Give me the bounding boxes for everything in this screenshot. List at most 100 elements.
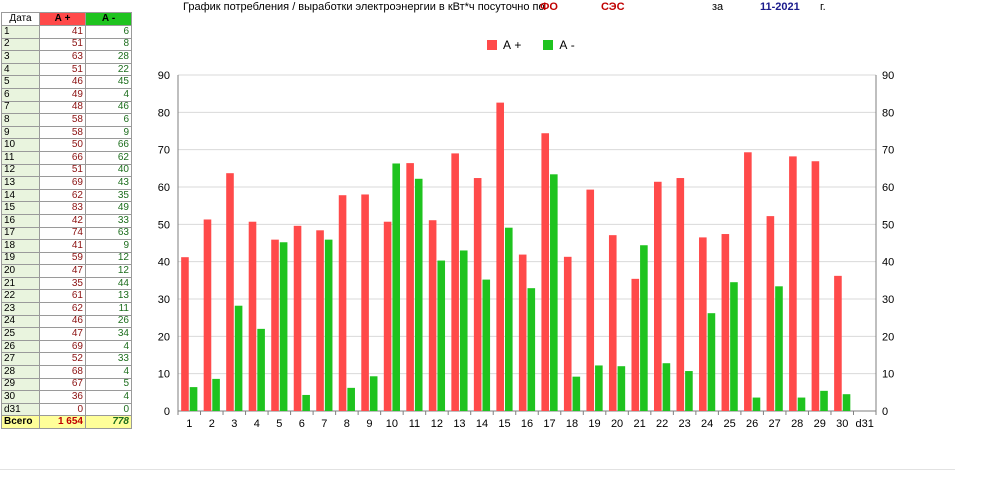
y-tick-label-right: 10 <box>882 369 894 381</box>
bar-a-plus <box>406 163 414 411</box>
bar-a-plus <box>451 153 459 411</box>
x-tick-label: 22 <box>656 418 668 430</box>
bar-a-minus <box>414 178 423 411</box>
bar-a-plus <box>271 239 279 411</box>
bar-a-plus <box>226 173 234 411</box>
bar-a-minus <box>842 394 851 411</box>
x-tick-label: 13 <box>453 418 465 430</box>
bar-a-plus <box>518 254 527 411</box>
bar-a-minus <box>730 282 738 411</box>
x-tick-label: 26 <box>746 418 758 430</box>
y-tick-label-right: 50 <box>882 219 894 231</box>
bar-a-plus <box>338 195 347 411</box>
x-tick-label: 16 <box>521 418 533 430</box>
bar-a-plus <box>203 219 212 411</box>
bar-a-plus <box>608 235 617 411</box>
x-tick-label: 8 <box>344 418 350 430</box>
x-tick-label: 21 <box>633 418 645 430</box>
bar-a-minus <box>752 397 761 411</box>
x-tick-label: 6 <box>299 418 305 430</box>
bar-chart: 0 010 1020 2030 3040 4050 5060 6070 7080 8090 901 2… <box>158 70 895 430</box>
bar-a-plus <box>789 156 797 411</box>
x-tick-label: 3 <box>231 418 237 430</box>
bar-a-plus <box>293 225 302 411</box>
y-tick-label-right: 80 <box>882 107 894 119</box>
bar-a-plus <box>834 275 842 411</box>
x-tick-label: 2 <box>209 418 215 430</box>
bar-a-plus <box>473 178 482 411</box>
x-tick-label: 20 <box>611 418 623 430</box>
x-tick-label: 29 <box>814 418 826 430</box>
bar-a-minus <box>369 376 378 411</box>
bar-a-plus <box>563 256 572 411</box>
bar-a-minus <box>257 328 265 411</box>
bar-a-minus <box>324 239 333 411</box>
y-tick-label-right: 60 <box>882 182 894 194</box>
x-tick-label: 27 <box>769 418 781 430</box>
bar-a-minus <box>392 163 401 411</box>
x-tick-label: 4 <box>254 418 260 430</box>
bar-a-minus <box>459 250 468 411</box>
bar-a-plus <box>361 194 369 411</box>
x-tick-label: 7 <box>321 418 327 430</box>
bar-a-plus <box>316 230 324 411</box>
bar-a-minus <box>595 365 603 411</box>
y-tick-label-left: 0 <box>164 406 170 418</box>
bar-a-plus <box>428 220 437 411</box>
bar-a-plus <box>586 189 595 411</box>
x-tick-label: d31 <box>856 418 874 430</box>
y-tick-label-left: 20 <box>158 331 170 343</box>
bar-a-plus <box>248 221 257 411</box>
y-tick-label-right: 90 <box>882 70 894 82</box>
y-tick-label-left: 80 <box>158 107 170 119</box>
bar-a-minus <box>212 378 220 411</box>
x-tick-label: 23 <box>678 418 690 430</box>
x-tick-label: 15 <box>498 418 510 430</box>
y-tick-label-right: 0 <box>882 406 888 418</box>
bar-a-minus <box>640 245 648 411</box>
bar-a-minus <box>617 366 626 411</box>
bar-a-plus <box>181 257 189 411</box>
bar-a-minus <box>482 279 491 411</box>
bar-a-minus <box>685 371 693 411</box>
x-tick-label: 5 <box>276 418 282 430</box>
bottom-divider <box>0 469 955 470</box>
bar-a-plus <box>383 221 392 411</box>
bar-a-plus <box>766 216 775 411</box>
bar-a-minus <box>550 174 558 411</box>
x-tick-label: 17 <box>543 418 555 430</box>
x-tick-label: 1 <box>186 418 192 430</box>
x-tick-label: 10 <box>386 418 398 430</box>
bar-a-plus <box>653 181 662 411</box>
bar-a-minus <box>189 387 198 411</box>
y-tick-label-left: 30 <box>158 294 170 306</box>
bar-a-minus <box>504 227 513 411</box>
x-tick-label: 28 <box>791 418 803 430</box>
x-tick-label: 18 <box>566 418 578 430</box>
bar-a-plus <box>699 237 707 411</box>
x-tick-label: 25 <box>724 418 736 430</box>
bar-a-minus <box>302 394 310 411</box>
y-tick-label-left: 50 <box>158 219 170 231</box>
bar-a-minus <box>572 376 581 411</box>
bar-a-minus <box>707 313 716 411</box>
y-tick-label-right: 40 <box>882 257 894 269</box>
bar-a-plus <box>744 152 752 411</box>
y-tick-label-right: 20 <box>882 331 894 343</box>
y-tick-label-left: 10 <box>158 369 170 381</box>
bar-a-minus <box>775 286 783 411</box>
bar-a-plus <box>721 234 730 411</box>
bar-a-plus <box>631 278 640 411</box>
bar-a-minus <box>527 288 536 411</box>
y-tick-label-left: 70 <box>158 145 170 157</box>
bar-a-minus <box>820 390 828 411</box>
bar-a-minus <box>347 387 355 411</box>
bar-a-plus <box>676 178 685 411</box>
x-tick-label: 24 <box>701 418 713 430</box>
y-tick-label-left: 60 <box>158 182 170 194</box>
x-tick-label: 30 <box>836 418 848 430</box>
bar-a-minus <box>662 363 671 411</box>
y-tick-label-right: 70 <box>882 145 894 157</box>
bar-a-minus <box>234 305 243 411</box>
x-tick-label: 19 <box>588 418 600 430</box>
